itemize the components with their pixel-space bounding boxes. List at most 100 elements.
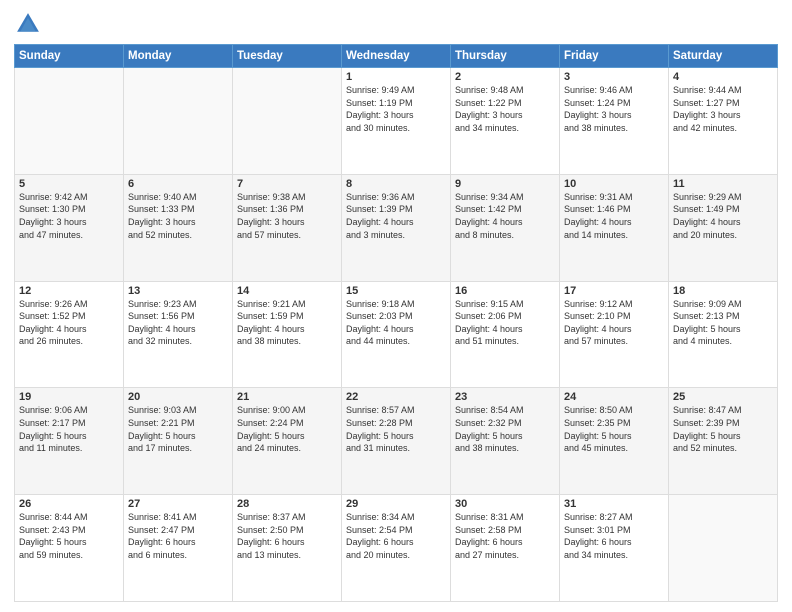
calendar-cell: 11Sunrise: 9:29 AM Sunset: 1:49 PM Dayli… xyxy=(669,174,778,281)
day-info: Sunrise: 8:50 AM Sunset: 2:35 PM Dayligh… xyxy=(564,404,664,454)
day-number: 3 xyxy=(564,71,664,83)
calendar-cell: 8Sunrise: 9:36 AM Sunset: 1:39 PM Daylig… xyxy=(342,174,451,281)
day-info: Sunrise: 9:03 AM Sunset: 2:21 PM Dayligh… xyxy=(128,404,228,454)
day-number: 19 xyxy=(19,391,119,403)
calendar-cell xyxy=(15,68,124,175)
calendar-cell: 6Sunrise: 9:40 AM Sunset: 1:33 PM Daylig… xyxy=(124,174,233,281)
calendar-cell: 20Sunrise: 9:03 AM Sunset: 2:21 PM Dayli… xyxy=(124,388,233,495)
day-info: Sunrise: 8:57 AM Sunset: 2:28 PM Dayligh… xyxy=(346,404,446,454)
logo xyxy=(14,10,46,38)
day-info: Sunrise: 8:41 AM Sunset: 2:47 PM Dayligh… xyxy=(128,511,228,561)
weekday-header-thursday: Thursday xyxy=(451,45,560,68)
day-info: Sunrise: 9:15 AM Sunset: 2:06 PM Dayligh… xyxy=(455,298,555,348)
week-row-5: 26Sunrise: 8:44 AM Sunset: 2:43 PM Dayli… xyxy=(15,495,778,602)
calendar-cell: 15Sunrise: 9:18 AM Sunset: 2:03 PM Dayli… xyxy=(342,281,451,388)
day-info: Sunrise: 9:36 AM Sunset: 1:39 PM Dayligh… xyxy=(346,191,446,241)
calendar-cell: 2Sunrise: 9:48 AM Sunset: 1:22 PM Daylig… xyxy=(451,68,560,175)
day-info: Sunrise: 8:47 AM Sunset: 2:39 PM Dayligh… xyxy=(673,404,773,454)
day-number: 16 xyxy=(455,285,555,297)
calendar-cell: 17Sunrise: 9:12 AM Sunset: 2:10 PM Dayli… xyxy=(560,281,669,388)
day-number: 25 xyxy=(673,391,773,403)
day-number: 23 xyxy=(455,391,555,403)
day-info: Sunrise: 9:31 AM Sunset: 1:46 PM Dayligh… xyxy=(564,191,664,241)
week-row-2: 5Sunrise: 9:42 AM Sunset: 1:30 PM Daylig… xyxy=(15,174,778,281)
day-number: 20 xyxy=(128,391,228,403)
day-number: 1 xyxy=(346,71,446,83)
day-info: Sunrise: 8:34 AM Sunset: 2:54 PM Dayligh… xyxy=(346,511,446,561)
day-number: 13 xyxy=(128,285,228,297)
calendar-cell: 13Sunrise: 9:23 AM Sunset: 1:56 PM Dayli… xyxy=(124,281,233,388)
logo-icon xyxy=(14,10,42,38)
day-number: 17 xyxy=(564,285,664,297)
day-info: Sunrise: 8:54 AM Sunset: 2:32 PM Dayligh… xyxy=(455,404,555,454)
day-info: Sunrise: 9:29 AM Sunset: 1:49 PM Dayligh… xyxy=(673,191,773,241)
day-number: 28 xyxy=(237,498,337,510)
week-row-4: 19Sunrise: 9:06 AM Sunset: 2:17 PM Dayli… xyxy=(15,388,778,495)
weekday-header-saturday: Saturday xyxy=(669,45,778,68)
day-number: 22 xyxy=(346,391,446,403)
day-info: Sunrise: 8:44 AM Sunset: 2:43 PM Dayligh… xyxy=(19,511,119,561)
day-info: Sunrise: 9:38 AM Sunset: 1:36 PM Dayligh… xyxy=(237,191,337,241)
calendar-cell: 29Sunrise: 8:34 AM Sunset: 2:54 PM Dayli… xyxy=(342,495,451,602)
day-info: Sunrise: 9:40 AM Sunset: 1:33 PM Dayligh… xyxy=(128,191,228,241)
day-info: Sunrise: 9:42 AM Sunset: 1:30 PM Dayligh… xyxy=(19,191,119,241)
day-number: 10 xyxy=(564,178,664,190)
calendar-cell: 5Sunrise: 9:42 AM Sunset: 1:30 PM Daylig… xyxy=(15,174,124,281)
day-number: 7 xyxy=(237,178,337,190)
weekday-header-wednesday: Wednesday xyxy=(342,45,451,68)
day-number: 21 xyxy=(237,391,337,403)
day-info: Sunrise: 8:31 AM Sunset: 2:58 PM Dayligh… xyxy=(455,511,555,561)
day-info: Sunrise: 9:44 AM Sunset: 1:27 PM Dayligh… xyxy=(673,84,773,134)
day-info: Sunrise: 9:26 AM Sunset: 1:52 PM Dayligh… xyxy=(19,298,119,348)
calendar-cell: 14Sunrise: 9:21 AM Sunset: 1:59 PM Dayli… xyxy=(233,281,342,388)
calendar-cell: 10Sunrise: 9:31 AM Sunset: 1:46 PM Dayli… xyxy=(560,174,669,281)
day-number: 9 xyxy=(455,178,555,190)
day-number: 24 xyxy=(564,391,664,403)
day-info: Sunrise: 9:49 AM Sunset: 1:19 PM Dayligh… xyxy=(346,84,446,134)
day-info: Sunrise: 9:12 AM Sunset: 2:10 PM Dayligh… xyxy=(564,298,664,348)
day-info: Sunrise: 9:06 AM Sunset: 2:17 PM Dayligh… xyxy=(19,404,119,454)
day-number: 27 xyxy=(128,498,228,510)
week-row-1: 1Sunrise: 9:49 AM Sunset: 1:19 PM Daylig… xyxy=(15,68,778,175)
calendar-cell: 22Sunrise: 8:57 AM Sunset: 2:28 PM Dayli… xyxy=(342,388,451,495)
weekday-header-tuesday: Tuesday xyxy=(233,45,342,68)
calendar-cell: 12Sunrise: 9:26 AM Sunset: 1:52 PM Dayli… xyxy=(15,281,124,388)
day-number: 14 xyxy=(237,285,337,297)
calendar-cell: 31Sunrise: 8:27 AM Sunset: 3:01 PM Dayli… xyxy=(560,495,669,602)
day-info: Sunrise: 9:46 AM Sunset: 1:24 PM Dayligh… xyxy=(564,84,664,134)
weekday-header-friday: Friday xyxy=(560,45,669,68)
day-info: Sunrise: 9:34 AM Sunset: 1:42 PM Dayligh… xyxy=(455,191,555,241)
day-number: 15 xyxy=(346,285,446,297)
calendar-cell: 23Sunrise: 8:54 AM Sunset: 2:32 PM Dayli… xyxy=(451,388,560,495)
day-info: Sunrise: 8:27 AM Sunset: 3:01 PM Dayligh… xyxy=(564,511,664,561)
day-number: 30 xyxy=(455,498,555,510)
calendar-cell: 24Sunrise: 8:50 AM Sunset: 2:35 PM Dayli… xyxy=(560,388,669,495)
day-number: 31 xyxy=(564,498,664,510)
day-info: Sunrise: 9:48 AM Sunset: 1:22 PM Dayligh… xyxy=(455,84,555,134)
day-number: 2 xyxy=(455,71,555,83)
day-number: 18 xyxy=(673,285,773,297)
calendar-cell: 9Sunrise: 9:34 AM Sunset: 1:42 PM Daylig… xyxy=(451,174,560,281)
day-info: Sunrise: 9:18 AM Sunset: 2:03 PM Dayligh… xyxy=(346,298,446,348)
day-number: 26 xyxy=(19,498,119,510)
calendar-cell: 4Sunrise: 9:44 AM Sunset: 1:27 PM Daylig… xyxy=(669,68,778,175)
calendar-cell: 21Sunrise: 9:00 AM Sunset: 2:24 PM Dayli… xyxy=(233,388,342,495)
day-number: 4 xyxy=(673,71,773,83)
calendar-cell xyxy=(669,495,778,602)
calendar-cell: 19Sunrise: 9:06 AM Sunset: 2:17 PM Dayli… xyxy=(15,388,124,495)
calendar-cell: 18Sunrise: 9:09 AM Sunset: 2:13 PM Dayli… xyxy=(669,281,778,388)
calendar-cell: 28Sunrise: 8:37 AM Sunset: 2:50 PM Dayli… xyxy=(233,495,342,602)
day-info: Sunrise: 8:37 AM Sunset: 2:50 PM Dayligh… xyxy=(237,511,337,561)
week-row-3: 12Sunrise: 9:26 AM Sunset: 1:52 PM Dayli… xyxy=(15,281,778,388)
calendar-cell: 1Sunrise: 9:49 AM Sunset: 1:19 PM Daylig… xyxy=(342,68,451,175)
calendar-cell xyxy=(124,68,233,175)
calendar-cell: 30Sunrise: 8:31 AM Sunset: 2:58 PM Dayli… xyxy=(451,495,560,602)
day-number: 8 xyxy=(346,178,446,190)
calendar-cell: 27Sunrise: 8:41 AM Sunset: 2:47 PM Dayli… xyxy=(124,495,233,602)
calendar-cell: 16Sunrise: 9:15 AM Sunset: 2:06 PM Dayli… xyxy=(451,281,560,388)
calendar-cell: 26Sunrise: 8:44 AM Sunset: 2:43 PM Dayli… xyxy=(15,495,124,602)
day-number: 6 xyxy=(128,178,228,190)
calendar-cell: 7Sunrise: 9:38 AM Sunset: 1:36 PM Daylig… xyxy=(233,174,342,281)
weekday-header-monday: Monday xyxy=(124,45,233,68)
weekday-header-row: SundayMondayTuesdayWednesdayThursdayFrid… xyxy=(15,45,778,68)
